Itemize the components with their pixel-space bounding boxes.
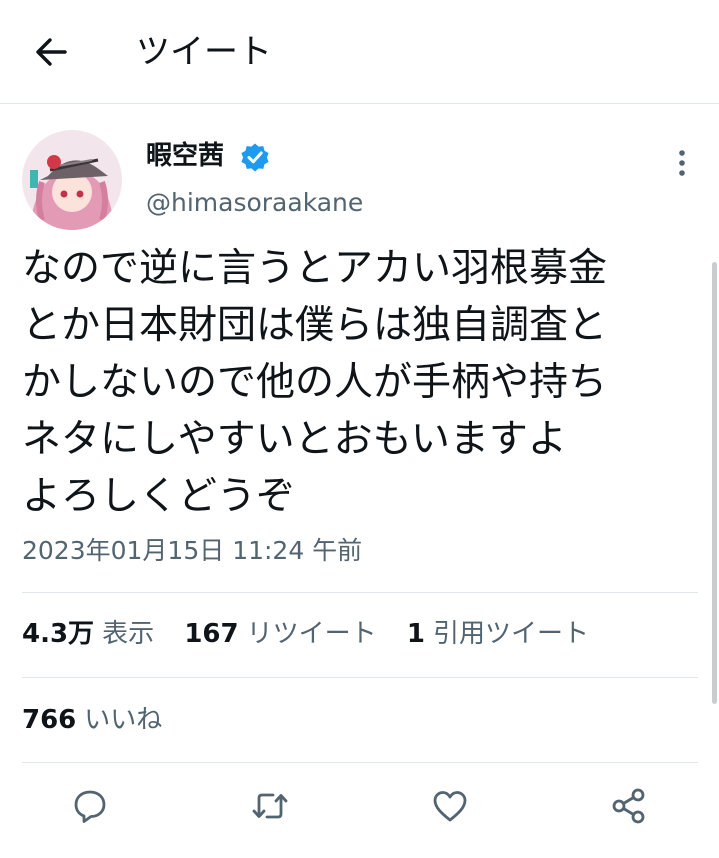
like-button[interactable] — [430, 786, 470, 826]
reply-icon — [74, 790, 106, 823]
author-handle[interactable]: @himasoraakane — [146, 186, 363, 220]
back-button[interactable] — [30, 30, 74, 74]
share-button[interactable] — [609, 786, 649, 826]
retweets-label: リツイート — [246, 619, 377, 649]
reply-button[interactable] — [70, 786, 110, 826]
views-label: 表示 — [102, 619, 155, 649]
more-vertical-icon — [679, 150, 685, 176]
divider — [22, 677, 698, 678]
quotes-stat[interactable]: 1 引用ツイート — [407, 619, 611, 649]
retweets-stat[interactable]: 167 リツイート — [184, 619, 407, 649]
likes-label: いいね — [84, 705, 163, 735]
likes-stat[interactable]: 766 いいね — [22, 700, 184, 740]
quotes-label: 引用ツイート — [433, 619, 590, 649]
quotes-count: 1 — [406, 619, 425, 649]
tweet-timestamp[interactable]: 2023年01月15日 11:24 午前 — [22, 533, 362, 569]
views-count: 4.3万 — [22, 619, 95, 649]
share-icon — [612, 788, 645, 824]
divider — [22, 762, 698, 763]
tweet-line: なので逆に言うとアカい羽根募金 — [22, 246, 608, 291]
author-name[interactable]: 暇空茜 — [146, 138, 224, 174]
tweet-line: かしないので他の人が手柄や持ち — [22, 360, 608, 405]
views-stat[interactable]: 4.3万 表示 — [22, 619, 184, 649]
tweet-line: よろしくどうぞ — [22, 474, 296, 519]
top-bar: ツイート — [0, 0, 719, 104]
tweet-stats: 4.3万 表示 167 リツイート 1 引用ツイート — [22, 614, 611, 654]
verified-badge-icon — [240, 142, 270, 172]
page-title: ツイート — [136, 32, 272, 72]
tweet-text: なので逆に言うとアカい羽根募金 とか日本財団は僕らは独自調査と かしないので他の… — [22, 240, 682, 525]
retweet-icon — [252, 793, 288, 819]
retweets-count: 167 — [184, 619, 239, 649]
arrow-left-icon — [36, 38, 67, 66]
likes-count: 766 — [22, 705, 77, 735]
scrollbar[interactable] — [712, 262, 717, 704]
avatar[interactable] — [22, 130, 122, 230]
heart-icon — [433, 791, 467, 822]
tweet-line: ネタにしやすいとおもいますよ — [22, 417, 567, 462]
more-options-button[interactable] — [668, 145, 696, 181]
divider — [22, 592, 698, 593]
tweet-line: とか日本財団は僕らは独自調査と — [22, 303, 608, 348]
retweet-button[interactable] — [250, 786, 290, 826]
